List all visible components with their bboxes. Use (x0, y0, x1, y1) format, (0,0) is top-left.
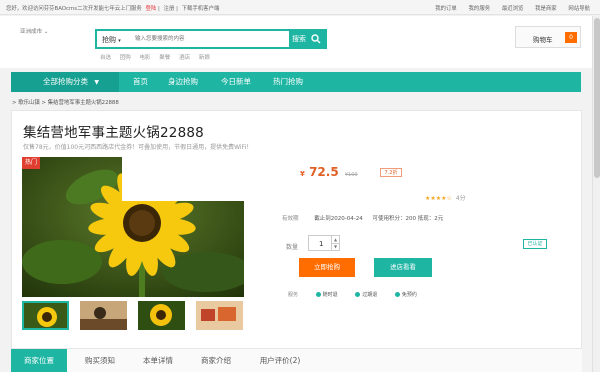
service-refund-expired: 过期退 (362, 292, 378, 298)
all-categories-label: 全部抢购分类 (43, 77, 88, 86)
product-title: 集结营地军事主题火锅22888 (23, 125, 204, 141)
search-icon (311, 34, 321, 44)
nav-item-today[interactable]: 今日新单 (221, 72, 251, 92)
recent-views-link[interactable]: 最近浏览 (502, 6, 524, 12)
tab-purchase-notes[interactable]: 购买须知 (75, 349, 125, 372)
top-bar-separator: | (158, 6, 160, 12)
hot-word-link[interactable]: 自选 (100, 55, 111, 61)
chevron-down-icon: ⌄ (43, 29, 49, 35)
search-box: 抢购 ▾ 搜索 (95, 29, 327, 49)
thumbnail-1[interactable] (22, 301, 69, 330)
search-button[interactable]: 搜索 (289, 31, 325, 47)
cart-label: 购物车 (533, 36, 553, 44)
top-bar-left: 您好，欢迎访问芬芬BAOcms二次开发能七年云上门服务 登陆 | 注册 | 下载… (6, 4, 219, 12)
price-value: 72.5 (309, 165, 339, 179)
hot-badge: 热门 (22, 157, 40, 169)
my-services-link[interactable]: 我的服务 (469, 6, 491, 12)
price: ¥ 72.5 ¥100 (300, 165, 358, 179)
validity-label: 有效期 (282, 216, 299, 222)
search-type-label: 抢购 (102, 36, 116, 44)
product-panel: 集结营地军事主题火锅22888 仅售78元，价值100元河西西路店代金券！可叠加… (11, 110, 582, 372)
all-categories-menu[interactable]: 全部抢购分类 ▼ (11, 72, 119, 92)
discount-tag: 7.2折 (380, 168, 402, 177)
product-main-image[interactable]: 热门 (22, 157, 244, 297)
download-app-link[interactable]: 下载手机客户端 (182, 6, 220, 12)
cart-count-badge: 0 (565, 32, 577, 43)
hot-word-link[interactable]: 电影 (140, 55, 151, 61)
search-type-select[interactable]: 抢购 ▾ (102, 35, 121, 45)
nav-item-home[interactable]: 首页 (133, 72, 148, 92)
chevron-down-icon: ▼ (94, 79, 100, 86)
my-orders-link[interactable]: 我的订单 (435, 6, 457, 12)
quantity-down-icon[interactable]: ▼ (331, 243, 339, 251)
service-item: 免预约 (394, 292, 417, 298)
hot-words: 自选 团购 电影 聚餐 酒店 新娘 (100, 53, 217, 61)
service-row: 服务 随时退 过期退 免预约 (288, 291, 417, 298)
login-link[interactable]: 登陆 (145, 6, 156, 12)
rating-score: 4分 (455, 195, 466, 202)
service-refund-anytime: 随时退 (322, 292, 338, 298)
quantity-value[interactable]: 1 (319, 240, 323, 248)
search-button-label: 搜索 (292, 35, 306, 43)
product-subtitle: 仅售78元，价值100元河西西路店代金券！可叠加使用，节假日通用，提供免费WiF… (23, 144, 253, 151)
check-icon (315, 292, 321, 297)
main-nav-bar: 全部抢购分类 ▼ 首页 身边抢购 今日新单 热门抢购 (11, 72, 581, 92)
service-label: 服务 (288, 292, 299, 298)
sunflower-image (22, 157, 244, 297)
breadcrumb[interactable]: > 歌乐山镇 > 集结营地军事主题火锅22888 (12, 98, 119, 106)
search-input[interactable] (135, 33, 285, 45)
top-bar-separator: | (176, 6, 178, 12)
main-nav: 全部抢购分类 ▼ 首页 身边抢购 今日新单 热门抢购 (0, 72, 600, 92)
nav-item-nearby[interactable]: 身边抢购 (168, 72, 198, 92)
rating: ★★★★☆ 4分 (425, 193, 466, 202)
original-price: ¥100 (344, 172, 358, 178)
tab-deal-details[interactable]: 本单详情 (133, 349, 183, 372)
site-nav-link[interactable]: 网站导航 (568, 6, 590, 12)
price-symbol: ¥ (300, 170, 305, 178)
merchant-link[interactable]: 我是商家 (535, 6, 557, 12)
city-label: 亚洲成市 (20, 29, 43, 35)
thumbnail-3[interactable] (138, 301, 185, 330)
tab-merchant-intro[interactable]: 商家介绍 (191, 349, 241, 372)
cart-button[interactable]: 购物车 0 (515, 26, 581, 48)
welcome-text: 您好，欢迎访问芬芬BAOcms二次开发能七年云上门服务 (6, 6, 142, 12)
hot-word-link[interactable]: 团购 (120, 55, 131, 61)
hot-word-link[interactable]: 聚餐 (159, 55, 170, 61)
hot-word-link[interactable]: 酒店 (179, 55, 190, 61)
certified-badge: 已认证 (523, 239, 547, 249)
scrollbar-thumb[interactable] (594, 18, 600, 178)
register-link[interactable]: 注册 (164, 6, 175, 12)
quantity-label: 数量 (286, 244, 299, 251)
service-no-reservation: 免预约 (401, 292, 417, 298)
chevron-down-icon: ▾ (118, 38, 121, 44)
validity-value: 截止到2020-04-24 (314, 216, 363, 222)
validity-row: 有效期 截止到2020-04-24 可使用积分：200 抵现：2元 (282, 214, 443, 222)
top-bar: 您好，欢迎访问芬芬BAOcms二次开发能七年云上门服务 登陆 | 注册 | 下载… (0, 0, 600, 15)
header: 亚洲成市 ⌄ 抢购 ▾ 搜索 自选 团购 电影 聚餐 酒店 新娘 购物车 0 (0, 16, 600, 68)
visit-shop-button[interactable]: 进店看看 (374, 258, 432, 277)
thumbnail-4[interactable] (196, 301, 243, 330)
service-item: 过期退 (355, 292, 377, 298)
tab-location[interactable]: 商家位置 (11, 349, 67, 372)
rating-stars: ★★★★☆ (425, 195, 452, 202)
nav-item-hot[interactable]: 热门抢购 (273, 72, 303, 92)
thumbnail-2[interactable] (80, 301, 127, 330)
service-item: 随时退 (315, 292, 338, 298)
page-scrollbar[interactable] (592, 16, 600, 372)
check-icon (394, 292, 400, 297)
city-selector[interactable]: 亚洲成市 ⌄ (20, 27, 48, 35)
detail-tabs: 商家位置 购买须知 本单详情 商家介绍 用户评价(2) (11, 348, 582, 372)
hot-word-link[interactable]: 新娘 (199, 55, 210, 61)
quantity-stepper[interactable]: 1 ▲ ▼ (308, 235, 340, 251)
tab-reviews[interactable]: 用户评价(2) (249, 349, 311, 372)
points-info: 可使用积分：200 抵现：2元 (372, 216, 444, 222)
buy-now-button[interactable]: 立即抢购 (299, 258, 355, 277)
check-icon (355, 292, 361, 297)
top-bar-links: 我的订单 我的服务 最近浏览 我是商家 网站导航 (425, 4, 590, 12)
